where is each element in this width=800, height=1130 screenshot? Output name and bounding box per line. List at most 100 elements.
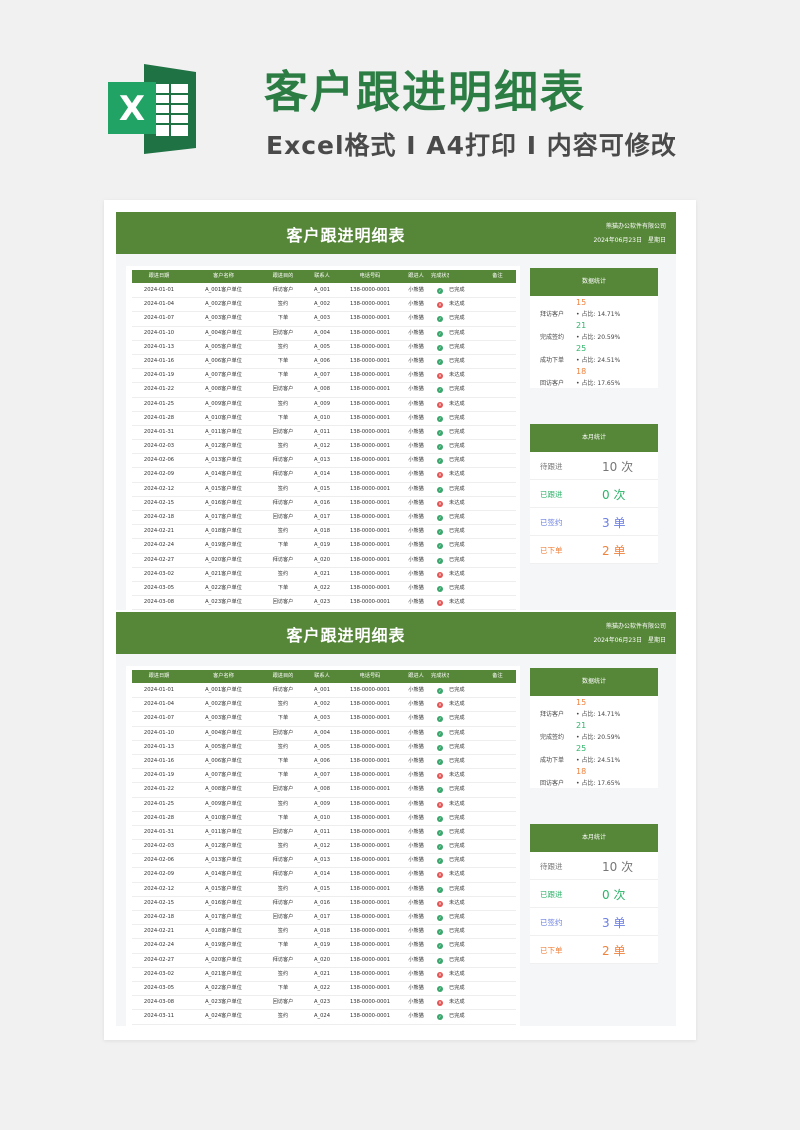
- table-row[interactable]: 2024-03-02 A_021客户单位 签约 A_021 138-0000-0001 小…: [132, 968, 516, 982]
- table-row[interactable]: 2024-02-06 A_013客户单位 拜访客户 A_013 138-0000-000…: [132, 454, 516, 469]
- month-stat-item: 待跟进 10 次: [530, 452, 658, 480]
- table-cell: 拜访客户: [272, 871, 294, 878]
- status-icon-cell: ✓: [431, 925, 449, 938]
- table-row[interactable]: 2024-01-13 A_005客户单位 签约 A_005 138-0000-0001 小…: [132, 741, 516, 755]
- status-icon-cell: ✕: [431, 698, 449, 711]
- table-cell: 未达成: [449, 400, 465, 407]
- table-cell: A_020: [313, 556, 331, 563]
- table-row[interactable]: 2024-01-07 A_003客户单位 下单 A_003 138-0000-0001 小…: [132, 312, 516, 327]
- table-cell: A_012客户单位: [205, 843, 242, 850]
- table-row[interactable]: 2024-01-04 A_002客户单位 签约 A_002 138-0000-0001 小…: [132, 698, 516, 713]
- table-row[interactable]: 2024-03-11 A_024客户单位 签约 A_024 138-0000-0001 小…: [132, 1010, 516, 1025]
- table-row[interactable]: 2024-01-13 A_005客户单位 签约 A_005 138-0000-0001 小…: [132, 341, 516, 355]
- table-row[interactable]: 2024-03-02 A_021客户单位 签约 A_021 138-0000-0001 小…: [132, 568, 516, 582]
- table-cell: A_024: [313, 1013, 331, 1020]
- table-cell: 已完成: [449, 956, 465, 963]
- table-row[interactable]: 2024-01-22 A_008客户单位 回访客户 A_008 138-0000-000…: [132, 383, 516, 398]
- table-cell: 已完成: [449, 457, 465, 464]
- check-icon: ✓: [437, 688, 443, 694]
- table-cell: 已完成: [449, 843, 465, 850]
- table-row[interactable]: 2024-02-21 A_018客户单位 签约 A_018 138-0000-0001 小…: [132, 525, 516, 540]
- table-row[interactable]: 2024-02-03 A_012客户单位 签约 A_012 138-0000-0001 小…: [132, 440, 516, 455]
- table-cell: 已完成: [449, 786, 465, 793]
- table-row[interactable]: 2024-01-01 A_001客户单位 拜访客户 A_001 138-0000-000…: [132, 284, 516, 299]
- table-row[interactable]: 2024-02-24 A_019客户单位 下单 A_019 138-0000-0001 小…: [132, 539, 516, 554]
- table-cell: A_022: [313, 584, 331, 591]
- table-cell: 小熊猫: [408, 857, 424, 864]
- table-row[interactable]: 2024-01-01 A_001客户单位 拜访客户 A_001 138-0000-000…: [132, 684, 516, 699]
- table-cell: 138-0000-0001: [349, 357, 391, 364]
- cross-icon: ✕: [437, 571, 443, 578]
- status-icon-cell: ✓: [431, 812, 449, 825]
- table-row[interactable]: 2024-02-12 A_015客户单位 签约 A_015 138-0000-0001 小…: [132, 483, 516, 497]
- table-row[interactable]: 2024-02-27 A_020客户单位 拜访客户 A_020 138-0000-000…: [132, 954, 516, 968]
- table-cell: A_023客户单位: [205, 999, 242, 1006]
- table-row[interactable]: 2024-01-22 A_008客户单位 回访客户 A_008 138-0000-000…: [132, 783, 516, 798]
- table-row[interactable]: 2024-02-12 A_015客户单位 签约 A_015 138-0000-0001 小…: [132, 883, 516, 897]
- month-stats-box: 本月统计 待跟进 10 次已跟进 0 次已签约 3 单已下单 2 单: [530, 424, 658, 564]
- table-cell: 2024-03-02: [143, 970, 175, 977]
- table-row[interactable]: 2024-01-28 A_010客户单位 下单 A_010 138-0000-0001 小…: [132, 412, 516, 426]
- table-cell: 小熊猫: [408, 942, 424, 949]
- table-row[interactable]: 2024-01-04 A_002客户单位 签约 A_002 138-0000-0001 小…: [132, 298, 516, 313]
- table-row[interactable]: 2024-02-06 A_013客户单位 拜访客户 A_013 138-0000-000…: [132, 854, 516, 869]
- table-row[interactable]: 2024-02-03 A_012客户单位 签约 A_012 138-0000-0001 小…: [132, 840, 516, 855]
- table-row[interactable]: 2024-01-10 A_004客户单位 回访客户 A_004 138-0000-000…: [132, 327, 516, 341]
- table-cell: 下单: [277, 772, 289, 779]
- column-header: 跟进日期: [148, 673, 170, 679]
- table-row[interactable]: 2024-03-05 A_022客户单位 下单 A_022 138-0000-0001 小…: [132, 982, 516, 997]
- table-row[interactable]: 2024-01-19 A_007客户单位 下单 A_007 138-0000-0001 小…: [132, 769, 516, 784]
- cross-icon: ✕: [437, 900, 443, 907]
- stat-item: 21 完成签约 • 占比: 20.59%: [530, 719, 658, 742]
- table-row[interactable]: 2024-02-21 A_018客户单位 签约 A_018 138-0000-0001 小…: [132, 925, 516, 940]
- table-row[interactable]: 2024-01-31 A_011客户单位 回访客户 A_011 138-0000-000…: [132, 826, 516, 841]
- check-icon: ✓: [437, 844, 443, 851]
- status-icon-cell: ✕: [431, 468, 449, 481]
- month-stat-item: 已下单 2 单: [530, 936, 658, 964]
- column-header: 电话号码: [359, 673, 381, 679]
- cross-icon: ✕: [437, 500, 443, 507]
- table-row[interactable]: 2024-03-05 A_022客户单位 下单 A_022 138-0000-0001 小…: [132, 582, 516, 597]
- table-row[interactable]: 2024-02-27 A_020客户单位 拜访客户 A_020 138-0000-000…: [132, 554, 516, 568]
- table-row[interactable]: 2024-01-16 A_006客户单位 下单 A_006 138-0000-0001 小…: [132, 755, 516, 770]
- table-row[interactable]: 2024-02-09 A_014客户单位 拜访客户 A_014 138-0000-000…: [132, 868, 516, 883]
- table-cell: 已完成: [449, 857, 465, 864]
- stat-item: 15 拜访客户 • 占比: 14.71%: [530, 696, 658, 719]
- table-row[interactable]: 2024-01-31 A_011客户单位 回访客户 A_011 138-0000-000…: [132, 426, 516, 441]
- table-cell: 138-0000-0001: [349, 485, 391, 492]
- table-cell: 已完成: [449, 528, 465, 535]
- table-cell: 已完成: [449, 984, 465, 991]
- table-cell: A_014: [313, 871, 331, 878]
- table-cell: A_006: [313, 757, 331, 764]
- table-row[interactable]: 2024-03-08 A_023客户单位 回访客户 A_023 138-0000-000…: [132, 996, 516, 1011]
- table-cell: 未达成: [449, 372, 465, 379]
- table-row[interactable]: 2024-02-18 A_017客户单位 回访客户 A_017 138-0000-000…: [132, 911, 516, 926]
- table-row[interactable]: 2024-01-10 A_004客户单位 回访客户 A_004 138-0000-000…: [132, 727, 516, 741]
- month-stat-label: 待跟进: [540, 462, 563, 471]
- table-row[interactable]: 2024-01-16 A_006客户单位 下单 A_006 138-0000-0001 小…: [132, 355, 516, 370]
- table-cell-note: [479, 355, 516, 368]
- table-row[interactable]: 2024-01-25 A_009客户单位 签约 A_009 138-0000-0001 小…: [132, 398, 516, 412]
- table-row[interactable]: 2024-01-28 A_010客户单位 下单 A_010 138-0000-0001 小…: [132, 812, 516, 826]
- table-cell: 2024-01-25: [143, 400, 175, 407]
- check-icon: ✓: [437, 1014, 443, 1021]
- check-icon: ✓: [437, 316, 443, 323]
- table-row[interactable]: 2024-02-15 A_016客户单位 拜访客户 A_016 138-0000-000…: [132, 497, 516, 511]
- table-cell: A_009客户单位: [205, 800, 242, 807]
- table-row[interactable]: 2024-02-24 A_019客户单位 下单 A_019 138-0000-0001 小…: [132, 939, 516, 954]
- table-row[interactable]: 2024-02-15 A_016客户单位 拜访客户 A_016 138-0000-000…: [132, 897, 516, 911]
- sheet-header-bar: 客户跟进明细表 熊猫办公软件有限公司 2024年06月23日 星期日: [116, 612, 676, 654]
- table-row[interactable]: 2024-03-08 A_023客户单位 回访客户 A_023 138-0000-000…: [132, 596, 516, 611]
- table-row[interactable]: 2024-02-09 A_014客户单位 拜访客户 A_014 138-0000-000…: [132, 468, 516, 483]
- table-cell-note: [479, 712, 516, 725]
- table-row[interactable]: 2024-01-07 A_003客户单位 下单 A_003 138-0000-0001 小…: [132, 712, 516, 727]
- table-cell: 138-0000-0001: [349, 315, 391, 322]
- stat-item: 25 成功下单 • 占比: 24.51%: [530, 342, 658, 365]
- table-cell-note: [479, 596, 516, 609]
- column-header: 跟进目的: [272, 673, 294, 679]
- table-row[interactable]: 2024-01-19 A_007客户单位 下单 A_007 138-0000-0001 小…: [132, 369, 516, 384]
- table-row[interactable]: 2024-02-18 A_017客户单位 回访客户 A_017 138-0000-000…: [132, 511, 516, 526]
- table-cell-note: [479, 341, 516, 354]
- table-row[interactable]: 2024-01-25 A_009客户单位 签约 A_009 138-0000-0001 小…: [132, 798, 516, 812]
- table-cell: 小熊猫: [408, 499, 424, 506]
